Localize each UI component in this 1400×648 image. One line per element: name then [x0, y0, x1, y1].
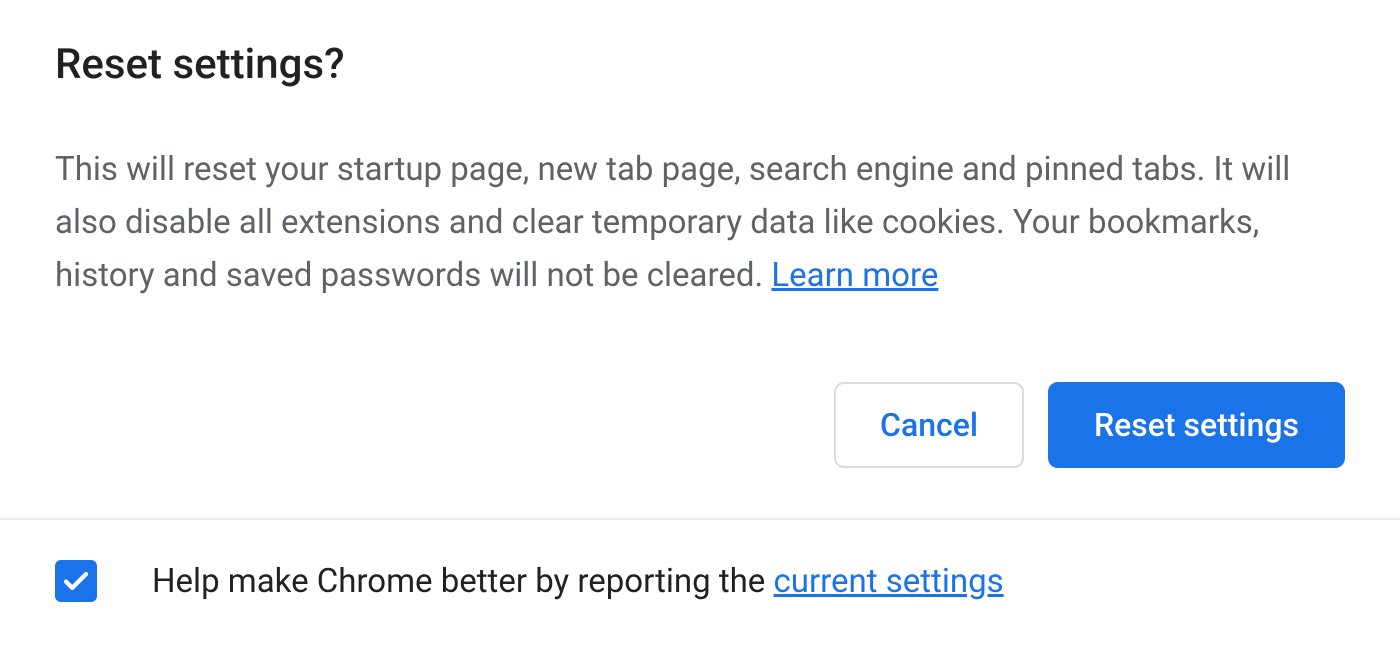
- footer-text-prefix: Help make Chrome better by reporting the: [152, 562, 774, 601]
- dialog-body-text: This will reset your startup page, new t…: [55, 144, 1345, 302]
- dialog-footer: Help make Chrome better by reporting the…: [0, 520, 1400, 602]
- footer-text: Help make Chrome better by reporting the…: [152, 562, 1004, 601]
- reset-settings-button[interactable]: Reset settings: [1048, 382, 1345, 468]
- learn-more-link[interactable]: Learn more: [771, 256, 938, 295]
- reset-settings-dialog: Reset settings? This will reset your sta…: [0, 0, 1400, 518]
- dialog-title: Reset settings?: [55, 40, 1345, 89]
- dialog-button-row: Cancel Reset settings: [55, 382, 1345, 518]
- dialog-body-description: This will reset your startup page, new t…: [55, 150, 1290, 295]
- report-settings-checkbox[interactable]: [55, 560, 97, 602]
- current-settings-link[interactable]: current settings: [774, 562, 1004, 601]
- checkmark-icon: [61, 566, 91, 596]
- cancel-button[interactable]: Cancel: [834, 382, 1024, 468]
